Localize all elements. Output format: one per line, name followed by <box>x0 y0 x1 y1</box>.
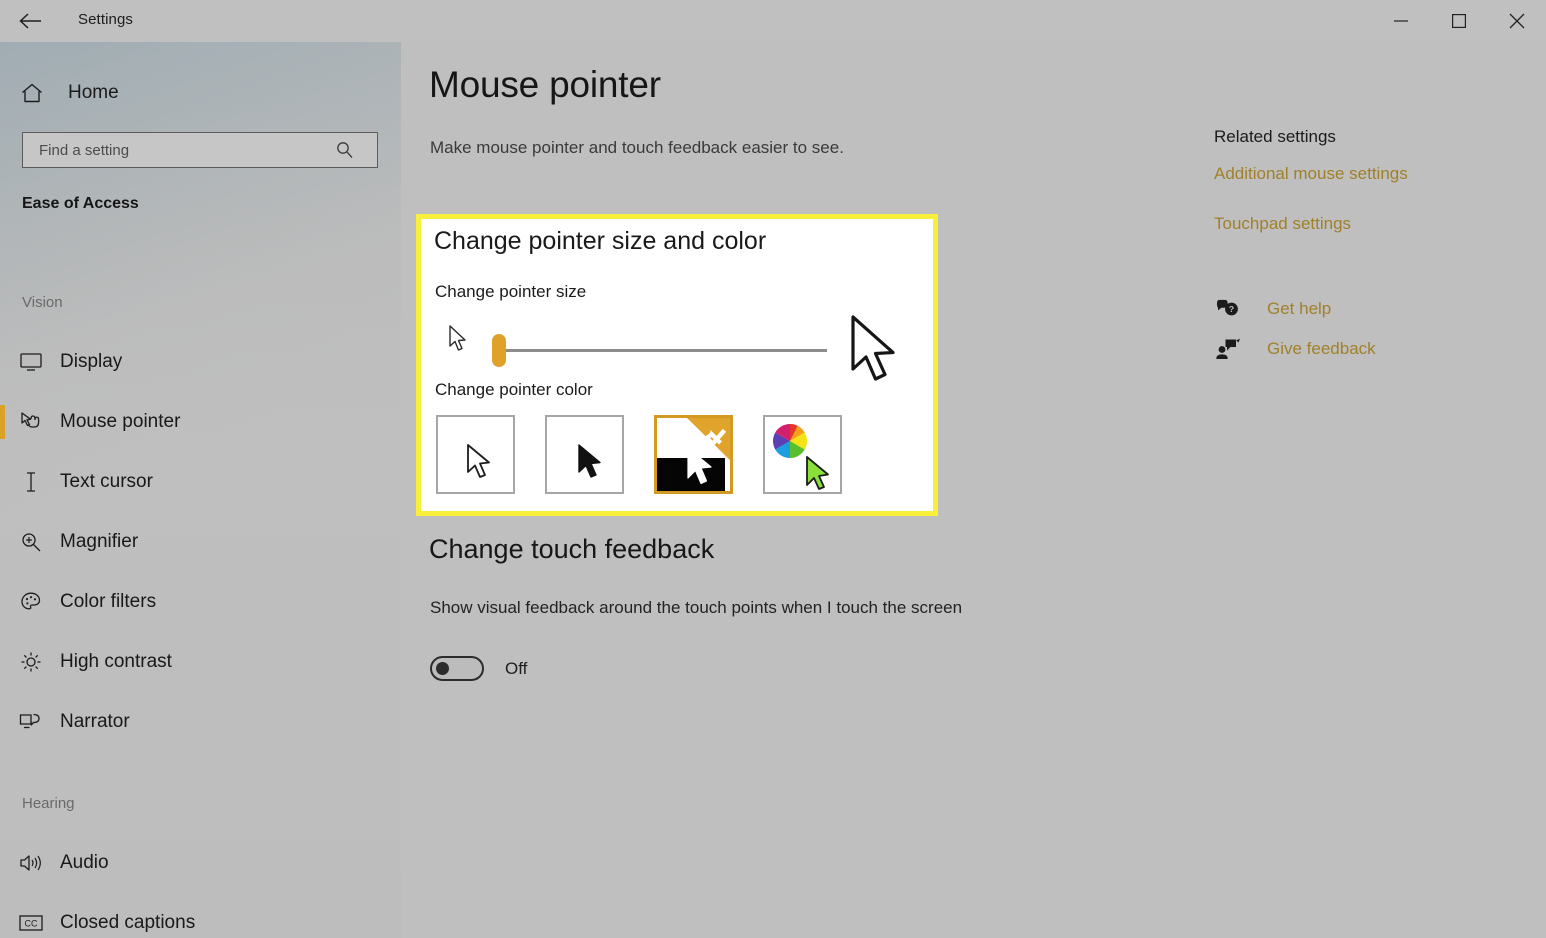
toggle-state-label: Off <box>505 658 528 678</box>
settings-window: Settings Home Find a setting Ease of Acc… <box>0 0 1546 938</box>
page-title: Mouse pointer <box>429 64 661 105</box>
minimize-button[interactable] <box>1372 0 1430 42</box>
link-additional-mouse-settings[interactable]: Additional mouse settings <box>1214 164 1408 184</box>
window-controls <box>1372 0 1546 42</box>
narrator-icon <box>16 710 46 734</box>
swatch-custom-color-pointer[interactable] <box>763 415 842 494</box>
svg-text:CC: CC <box>25 919 38 929</box>
link-touchpad-settings[interactable]: Touchpad settings <box>1214 214 1351 234</box>
back-button[interactable] <box>10 2 50 40</box>
pointer-color-swatches <box>436 415 842 494</box>
page-subtitle: Make mouse pointer and touch feedback ea… <box>430 138 844 157</box>
search-icon[interactable] <box>335 140 355 160</box>
sidebar-category-title: Ease of Access <box>22 195 139 212</box>
monitor-icon <box>16 351 46 373</box>
title-bar: Settings <box>0 0 1546 42</box>
search-input[interactable] <box>37 140 331 160</box>
sidebar-item-label: High contrast <box>60 651 172 672</box>
sidebar-item-text-cursor[interactable]: Text cursor <box>0 459 401 505</box>
card-heading: Change pointer size and color <box>434 227 767 255</box>
home-icon <box>18 82 46 104</box>
get-help-row[interactable]: ? Get help <box>1214 298 1331 320</box>
selection-indicator <box>0 405 5 439</box>
back-arrow-icon <box>17 11 43 31</box>
sidebar-item-label: Text cursor <box>60 471 153 492</box>
sidebar: Home Ease of Access Vision Display <box>0 42 401 938</box>
minimize-icon <box>1394 15 1408 27</box>
mouse-pointer-hand-icon <box>16 410 46 434</box>
give-feedback-label: Give feedback <box>1267 339 1376 358</box>
give-feedback-row[interactable]: Give feedback <box>1214 338 1376 360</box>
slider-track[interactable] <box>497 349 827 352</box>
sidebar-item-label: Mouse pointer <box>60 411 181 432</box>
related-settings-title: Related settings <box>1214 127 1336 146</box>
touch-feedback-description: Show visual feedback around the touch po… <box>430 598 963 617</box>
maximize-icon <box>1452 14 1466 28</box>
sidebar-item-display[interactable]: Display <box>0 339 401 385</box>
sidebar-item-label: Narrator <box>60 711 130 732</box>
sidebar-item-label: Closed captions <box>60 912 196 933</box>
sidebar-item-label: Audio <box>60 852 109 873</box>
pointer-size-label: Change pointer size <box>435 282 587 301</box>
sidebar-home-label: Home <box>68 82 119 103</box>
sidebar-item-magnifier[interactable]: Magnifier <box>0 519 401 565</box>
text-cursor-icon <box>16 470 46 494</box>
sidebar-item-narrator[interactable]: Narrator <box>0 699 401 745</box>
sidebar-item-closed-captions[interactable]: CC Closed captions <box>0 900 401 938</box>
app-title: Settings <box>78 11 133 28</box>
small-cursor-preview-icon <box>447 324 473 363</box>
speaker-icon <box>16 852 46 874</box>
sidebar-group-hearing: Hearing <box>22 795 75 812</box>
palette-icon <box>16 590 46 614</box>
help-bubble-icon: ? <box>1214 298 1242 320</box>
sidebar-item-label: Display <box>60 351 123 372</box>
close-button[interactable] <box>1488 0 1546 42</box>
swatch-black-pointer[interactable] <box>545 415 624 494</box>
closed-captions-icon: CC <box>16 913 46 933</box>
pointer-color-label: Change pointer color <box>435 380 593 399</box>
sidebar-item-high-contrast[interactable]: High contrast <box>0 639 401 685</box>
feedback-person-icon <box>1214 338 1242 360</box>
get-help-label: Get help <box>1267 299 1332 318</box>
touch-feedback-heading: Change touch feedback <box>429 534 715 564</box>
sidebar-item-audio[interactable]: Audio <box>0 840 401 886</box>
sidebar-item-home[interactable]: Home <box>0 70 401 116</box>
maximize-button[interactable] <box>1430 0 1488 42</box>
sidebar-item-label: Magnifier <box>60 531 139 552</box>
touch-feedback-toggle-row: Off <box>430 656 527 681</box>
toggle-knob <box>436 662 449 675</box>
pointer-size-color-card: Change pointer size and color Change poi… <box>416 214 938 516</box>
large-cursor-preview-icon <box>845 312 911 403</box>
svg-text:?: ? <box>1229 304 1234 314</box>
sidebar-item-mouse-pointer[interactable]: Mouse pointer <box>0 399 401 445</box>
sidebar-item-label: Color filters <box>60 591 157 612</box>
magnifier-icon <box>16 530 46 554</box>
sidebar-item-color-filters[interactable]: Color filters <box>0 579 401 625</box>
slider-thumb[interactable] <box>492 334 506 367</box>
swatch-white-pointer[interactable] <box>436 415 515 494</box>
touch-feedback-toggle[interactable] <box>430 656 484 681</box>
close-icon <box>1509 13 1525 29</box>
search-box[interactable] <box>22 132 378 168</box>
swatch-inverted-pointer[interactable] <box>654 415 733 494</box>
sidebar-group-vision: Vision <box>22 294 63 311</box>
brightness-icon <box>16 650 46 674</box>
